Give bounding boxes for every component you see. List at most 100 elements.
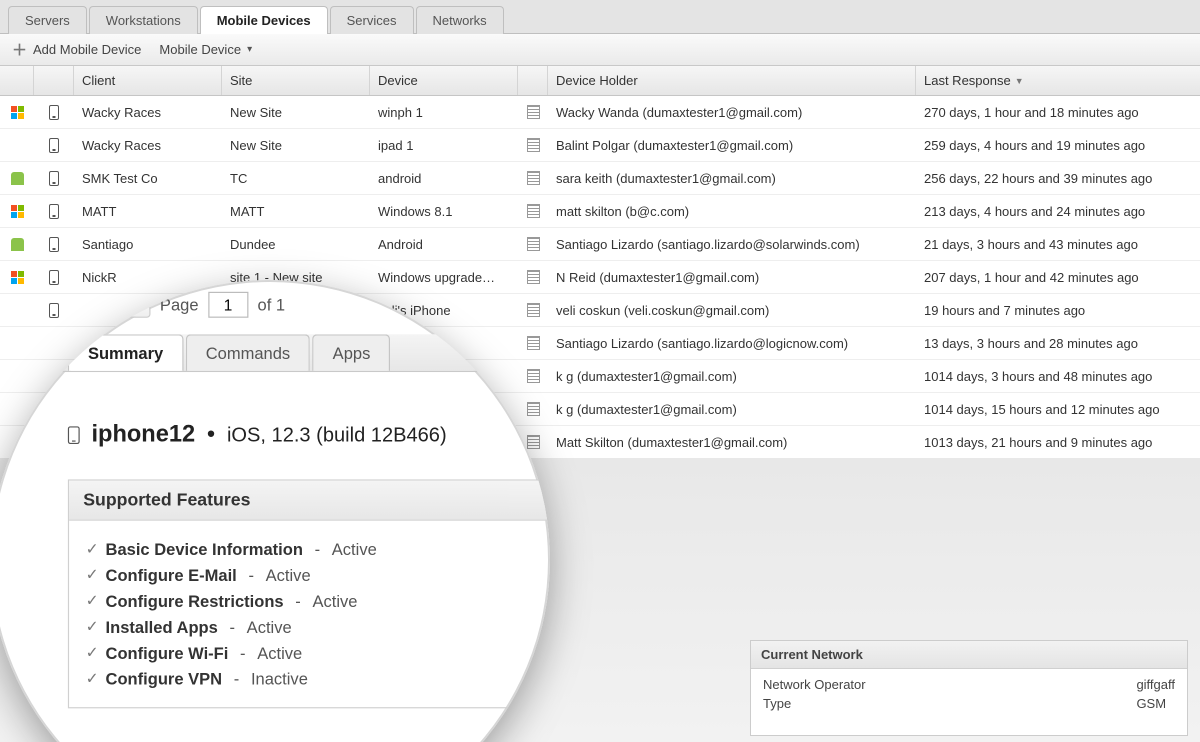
tab-workstations[interactable]: Workstations: [89, 6, 198, 34]
building-icon: [527, 204, 540, 218]
table-row[interactable]: Wacky RacesNew Sitewinph 1Wacky Wanda (d…: [0, 96, 1200, 129]
mobile-device-dropdown-label: Mobile Device: [159, 42, 241, 57]
cell-client: Santiago: [74, 237, 222, 252]
col-os[interactable]: [0, 66, 34, 95]
col-building[interactable]: [518, 66, 548, 95]
check-icon: ✓: [86, 643, 99, 662]
cell-device: Android: [370, 237, 518, 252]
table-row[interactable]: SMK Test CoTCandroidsara keith (dumaxtes…: [0, 162, 1200, 195]
col-client[interactable]: Client: [74, 66, 222, 95]
building-icon: [527, 105, 540, 119]
cell-device: android: [370, 171, 518, 186]
cell-last-response: 21 days, 3 hours and 43 minutes ago: [916, 237, 1200, 252]
os-icon-cell: [0, 238, 34, 251]
cell-last-response: 213 days, 4 hours and 24 minutes ago: [916, 204, 1200, 219]
phone-icon: [49, 237, 59, 252]
building-icon-cell: [518, 204, 548, 218]
device-type-icon-cell: [34, 105, 74, 120]
tab-services[interactable]: Services: [330, 6, 414, 34]
building-icon-cell: [518, 105, 548, 119]
tab-summary[interactable]: Summary: [68, 334, 183, 371]
check-icon: ✓: [86, 540, 99, 559]
current-network-title: Current Network: [751, 641, 1187, 669]
col-last-response[interactable]: Last Response ▼: [916, 66, 1200, 95]
network-operator-value: giffgaff: [1136, 677, 1175, 692]
pager-of-label: of 1: [258, 295, 286, 314]
phone-icon: [49, 204, 59, 219]
table-row[interactable]: SantiagoDundeeAndroidSantiago Lizardo (s…: [0, 228, 1200, 261]
tab-mobile-devices[interactable]: Mobile Devices: [200, 6, 328, 34]
cell-last-response: 1013 days, 21 hours and 9 minutes ago: [916, 435, 1200, 450]
col-device[interactable]: Device: [370, 66, 518, 95]
feature-item: ✓Configure Wi-Fi - Active: [86, 643, 550, 662]
pager-page-label: Page: [160, 295, 199, 314]
cell-device: Windows 8.1: [370, 204, 518, 219]
main-tab-bar: Servers Workstations Mobile Devices Serv…: [0, 0, 1200, 34]
building-icon: [527, 237, 540, 251]
col-site[interactable]: Site: [222, 66, 370, 95]
feature-state: Inactive: [251, 669, 308, 688]
check-icon: ✓: [86, 592, 99, 611]
windows-icon: [11, 106, 24, 119]
feature-state: Active: [332, 540, 377, 559]
cell-holder: Matt Skilton (dumaxtester1@gmail.com): [548, 435, 916, 450]
cell-last-response: 19 hours and 7 minutes ago: [916, 303, 1200, 318]
feature-item: ✓Configure E-Mail - Active: [86, 566, 550, 585]
cell-last-response: 1014 days, 3 hours and 48 minutes ago: [916, 369, 1200, 384]
feature-state: Active: [312, 592, 357, 611]
pager: |◂ ◂ Page of 1: [0, 280, 550, 327]
device-type-icon-cell: [34, 171, 74, 186]
check-icon: ✓: [86, 669, 99, 688]
cell-holder: k g (dumaxtester1@gmail.com): [548, 369, 916, 384]
cell-client: Wacky Races: [74, 138, 222, 153]
device-title: iphone12 • iOS, 12.3 (build 12B466): [68, 422, 550, 449]
cell-last-response: 270 days, 1 hour and 18 minutes ago: [916, 105, 1200, 120]
cell-site: Dundee: [222, 237, 370, 252]
col-type[interactable]: [34, 66, 74, 95]
os-icon-cell: [0, 172, 34, 185]
cell-last-response: 207 days, 1 hour and 42 minutes ago: [916, 270, 1200, 285]
check-icon: ✓: [86, 566, 99, 585]
col-holder[interactable]: Device Holder: [548, 66, 916, 95]
feature-state: Active: [247, 617, 292, 636]
feature-name: Installed Apps: [106, 617, 218, 636]
building-icon: [527, 138, 540, 152]
device-type-icon-cell: [34, 138, 74, 153]
feature-item: ✓Configure VPN - Inactive: [86, 669, 550, 688]
detail-tab-bar: Summary Commands Apps: [0, 334, 550, 372]
cell-holder: k g (dumaxtester1@gmail.com): [548, 402, 916, 417]
pager-prev-button[interactable]: ◂: [122, 292, 150, 318]
supported-features-panel: Supported Features ✓Basic Device Informa…: [68, 479, 550, 708]
feature-item: ✓Installed Apps - Active: [86, 617, 550, 636]
network-type-value: GSM: [1136, 696, 1175, 711]
cell-device: ipad 1: [370, 138, 518, 153]
feature-item: ✓Configure Restrictions - Active: [86, 592, 550, 611]
os-icon-cell: [0, 106, 34, 119]
cell-last-response: 259 days, 4 hours and 19 minutes ago: [916, 138, 1200, 153]
cell-client: Wacky Races: [74, 105, 222, 120]
table-row[interactable]: Wacky RacesNew Siteipad 1Balint Polgar (…: [0, 129, 1200, 162]
pager-first-button[interactable]: |◂: [84, 292, 112, 318]
cell-site: New Site: [222, 138, 370, 153]
pager-page-input[interactable]: [208, 292, 248, 318]
zoom-lens: |◂ ◂ Page of 1 Summary Commands Apps iph…: [0, 280, 550, 742]
phone-icon: [49, 138, 59, 153]
phone-icon: [49, 171, 59, 186]
building-icon-cell: [518, 138, 548, 152]
add-mobile-device-button[interactable]: ＋ Add Mobile Device: [12, 39, 141, 60]
tab-apps[interactable]: Apps: [313, 334, 391, 371]
tab-servers[interactable]: Servers: [8, 6, 87, 34]
device-type-icon-cell: [34, 237, 74, 252]
feature-name: Configure Restrictions: [106, 592, 284, 611]
tab-commands[interactable]: Commands: [186, 334, 311, 371]
cell-holder: Santiago Lizardo (santiago.lizardo@logic…: [548, 336, 916, 351]
cell-device: winph 1: [370, 105, 518, 120]
phone-icon: [68, 426, 80, 444]
feature-state: Active: [266, 566, 311, 585]
tab-networks[interactable]: Networks: [416, 6, 504, 34]
table-row[interactable]: MATTMATTWindows 8.1matt skilton (b@c.com…: [0, 195, 1200, 228]
supported-features-title: Supported Features: [69, 481, 550, 521]
cell-last-response: 1014 days, 15 hours and 12 minutes ago: [916, 402, 1200, 417]
device-os-line: iOS, 12.3 (build 12B466): [227, 423, 447, 447]
mobile-device-dropdown[interactable]: Mobile Device ▾: [159, 42, 252, 57]
